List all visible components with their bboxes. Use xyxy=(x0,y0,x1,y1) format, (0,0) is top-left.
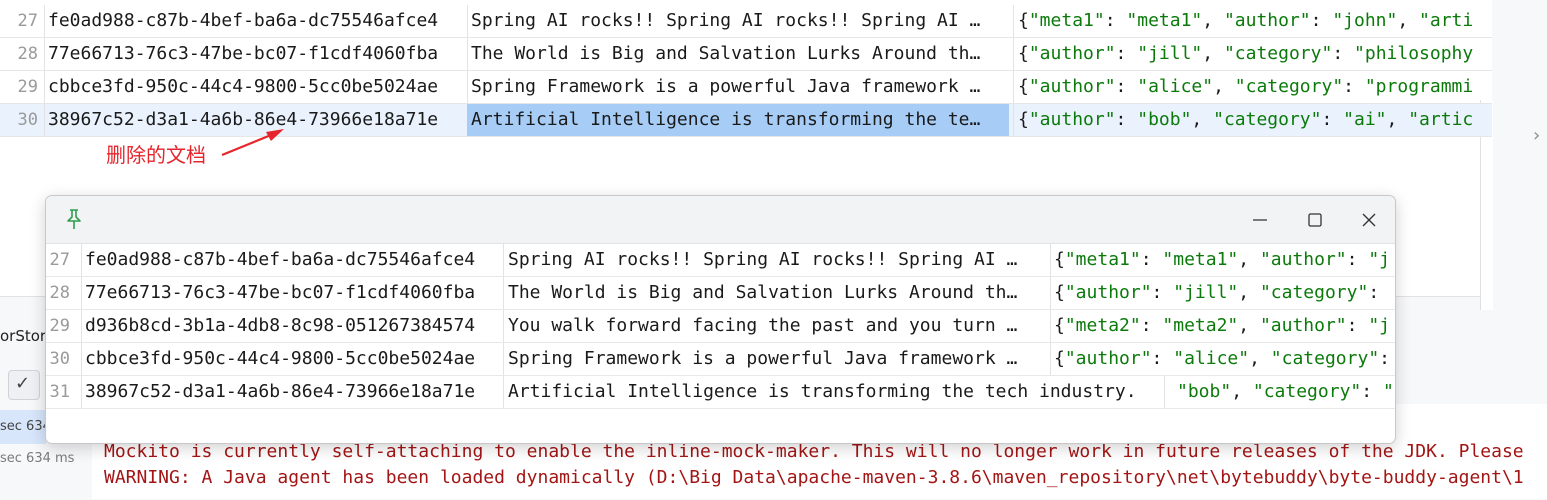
cell-id[interactable]: fe0ad988-c87b-4bef-ba6a-dc75546afce4 xyxy=(85,244,500,276)
run-config-tab[interactable]: orStor xyxy=(0,327,46,345)
maximize-icon xyxy=(1308,213,1322,227)
cell-metadata[interactable]: {"author": "jill", "category": xyxy=(1054,277,1394,309)
cell-id[interactable]: cbbce3fd-950c-44c4-9800-5cc0be5024ae xyxy=(85,343,500,375)
maximize-button[interactable] xyxy=(1298,205,1332,235)
window-title-bar[interactable] xyxy=(46,196,1395,244)
row-number: 28 xyxy=(17,44,38,64)
floating-results-window[interactable]: 27 fe0ad988-c87b-4bef-ba6a-dc75546afce4 Sp… xyxy=(45,195,1396,444)
table-row[interactable]: 29 d936b8cd-3b1a-4db8-8c98-051267384574 Yo… xyxy=(46,310,1395,343)
cell-content[interactable]: The World is Big and Salvation Lurks Aro… xyxy=(471,38,1009,70)
pin-icon[interactable] xyxy=(64,208,84,230)
cell-id[interactable]: 77e66713-76c3-47be-bc07-f1cdf4060fba xyxy=(85,277,500,309)
cell-metadata[interactable]: {"author": "jill", "category": "philosop… xyxy=(1018,38,1478,70)
console-line: Mockito is currently self-attaching to e… xyxy=(104,441,1524,462)
cell-id[interactable]: fe0ad988-c87b-4bef-ba6a-dc75546afce4 xyxy=(48,5,463,37)
chevron-right-icon[interactable]: › xyxy=(1533,125,1540,146)
table-row[interactable]: 30 38967c52-d3a1-4a6b-86e4-73966e18a71e Ar… xyxy=(0,104,1492,137)
check-button[interactable]: ✓ xyxy=(8,370,40,400)
table-row[interactable]: 27 fe0ad988-c87b-4bef-ba6a-dc75546afce4 Sp… xyxy=(0,5,1492,38)
table-row[interactable]: 30 cbbce3fd-950c-44c4-9800-5cc0be5024ae Sp… xyxy=(46,343,1395,376)
cell-content[interactable]: Spring Framework is a powerful Java fram… xyxy=(508,343,1050,375)
cell-content[interactable]: Artificial Intelligence is transforming … xyxy=(467,104,1009,136)
cell-content[interactable]: You walk forward facing the past and you… xyxy=(508,310,1050,342)
cell-metadata[interactable]: {"author": "alice", "category": "program… xyxy=(1018,71,1478,103)
cell-content[interactable]: The World is Big and Salvation Lurks Aro… xyxy=(508,277,1050,309)
cell-metadata[interactable]: {"author": "bob", "category": "ai", "art… xyxy=(1018,104,1478,136)
row-number: 30 xyxy=(49,349,70,369)
cell-content[interactable]: Spring AI rocks!! Spring AI rocks!! Spri… xyxy=(471,5,1009,37)
row-number: 29 xyxy=(17,77,38,97)
table-row[interactable]: 28 77e66713-76c3-47be-bc07-f1cdf4060fba Th… xyxy=(0,38,1492,71)
row-number: 27 xyxy=(17,11,38,31)
row-number: 30 xyxy=(17,110,38,130)
test-duration-1: sec 634 xyxy=(0,419,51,434)
results-table: 27 fe0ad988-c87b-4bef-ba6a-dc75546afce4 Sp… xyxy=(0,5,1492,137)
console-line: WARNING: A Java agent has been loaded dy… xyxy=(104,467,1524,488)
close-icon xyxy=(1362,213,1376,227)
editor-right-gutter xyxy=(1492,0,1547,310)
cell-id[interactable]: 38967c52-d3a1-4a6b-86e4-73966e18a71e xyxy=(85,376,500,408)
minimize-icon xyxy=(1253,219,1267,221)
cell-id[interactable]: 77e66713-76c3-47be-bc07-f1cdf4060fba xyxy=(48,38,463,70)
close-button[interactable] xyxy=(1352,205,1386,235)
cell-id[interactable]: 38967c52-d3a1-4a6b-86e4-73966e18a71e xyxy=(48,104,463,136)
row-number: 31 xyxy=(49,382,70,402)
table-row[interactable]: 29 cbbce3fd-950c-44c4-9800-5cc0be5024ae Sp… xyxy=(0,71,1492,104)
check-icon: ✓ xyxy=(15,373,31,394)
cell-id[interactable]: cbbce3fd-950c-44c4-9800-5cc0be5024ae xyxy=(48,71,463,103)
cell-id[interactable]: d936b8cd-3b1a-4db8-8c98-051267384574 xyxy=(85,310,500,342)
table-row[interactable]: 28 77e66713-76c3-47be-bc07-f1cdf4060fba Th… xyxy=(46,277,1395,310)
table-row[interactable]: 31 38967c52-d3a1-4a6b-86e4-73966e18a71e Ar… xyxy=(46,376,1395,409)
row-number: 27 xyxy=(49,250,70,270)
cell-content[interactable]: Artificial Intelligence is transforming … xyxy=(508,376,1168,408)
minimize-button[interactable] xyxy=(1243,205,1277,235)
row-number: 28 xyxy=(49,283,70,303)
test-duration-2: sec 634 ms xyxy=(0,451,75,466)
row-number: 29 xyxy=(49,316,70,336)
cell-metadata[interactable]: {"author": "alice", "category": xyxy=(1054,343,1394,375)
cell-metadata[interactable]: {"meta1": "meta1", "author": "john", "ar… xyxy=(1018,5,1478,37)
cell-metadata[interactable]: {"meta2": "meta2", "author": "j xyxy=(1054,310,1394,342)
annotation-label: 删除的文档 xyxy=(106,143,206,167)
table-row[interactable]: 27 fe0ad988-c87b-4bef-ba6a-dc75546afce4 Sp… xyxy=(46,244,1395,277)
cell-content[interactable]: Spring AI rocks!! Spring AI rocks!! Spri… xyxy=(508,244,1050,276)
cell-metadata[interactable]: "bob", "category": " xyxy=(1177,376,1394,408)
cell-metadata[interactable]: {"meta1": "meta1", "author": "j xyxy=(1054,244,1394,276)
cell-content[interactable]: Spring Framework is a powerful Java fram… xyxy=(471,71,1009,103)
window-results-table: 27 fe0ad988-c87b-4bef-ba6a-dc75546afce4 Sp… xyxy=(46,244,1395,409)
